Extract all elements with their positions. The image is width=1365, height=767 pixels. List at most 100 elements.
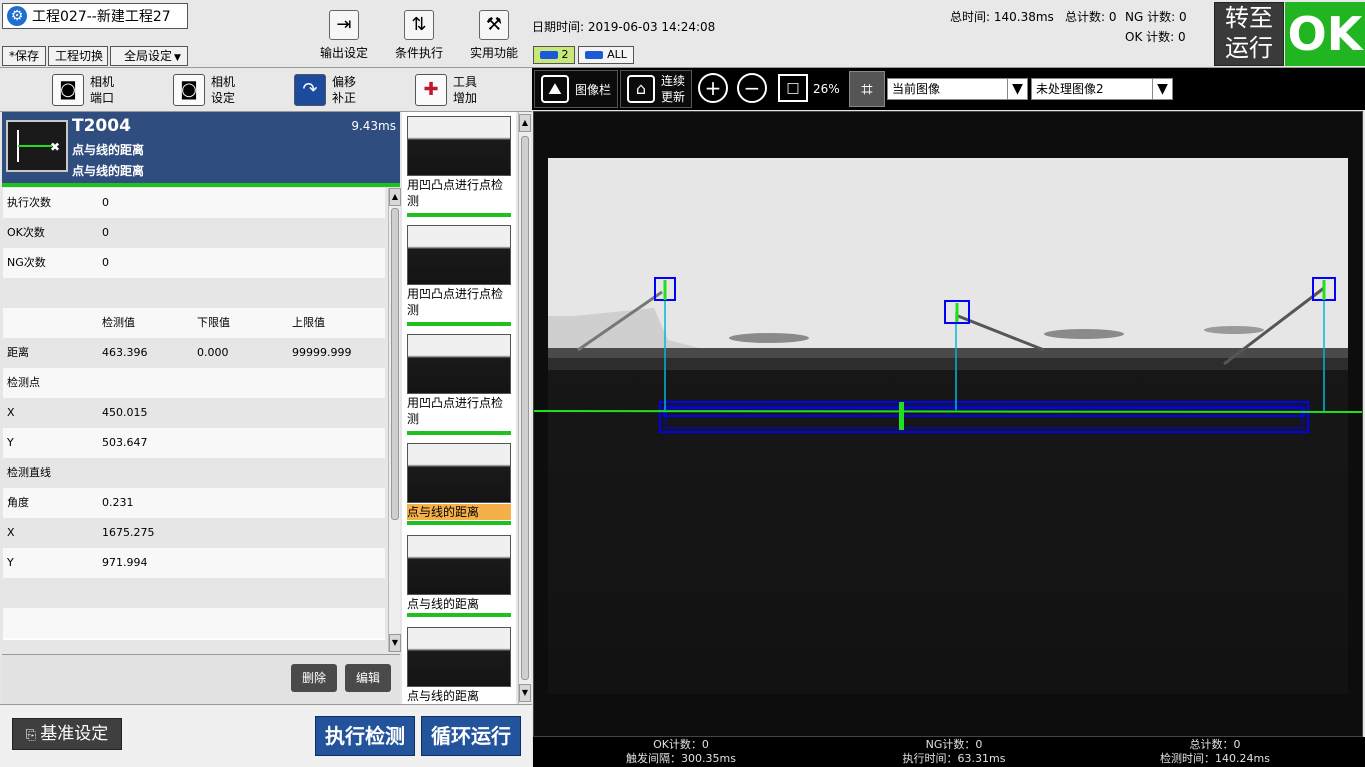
image-type-select[interactable]: 未处理图像2 ▼: [1031, 78, 1173, 100]
image-viewer[interactable]: [533, 111, 1363, 737]
tool-list-label: 点与线的距离: [407, 689, 480, 703]
run-button-line2: 运行: [1225, 34, 1273, 62]
table-cell: 上限值: [292, 316, 325, 329]
table-row: [3, 278, 385, 308]
table-cell: OK次数: [7, 226, 45, 239]
tool-list-item[interactable]: 点与线的距离: [405, 625, 513, 704]
scroll-thumb[interactable]: [521, 136, 529, 680]
table-row: 检测直线: [3, 458, 385, 488]
utility-button[interactable]: ⚒ 实用功能: [457, 8, 531, 64]
delete-button[interactable]: 删除: [291, 664, 337, 692]
reference-settings-button[interactable]: ⎘ 基准设定: [12, 718, 122, 750]
image-source-select[interactable]: 当前图像 ▼: [887, 78, 1028, 100]
image-gallery-button[interactable]: ⛰ 图像栏: [534, 70, 618, 108]
tool-subname: 点与线的距离: [72, 164, 145, 178]
inspection-image: [534, 112, 1362, 736]
tool-list-item[interactable]: 用凹凸点进行点检测: [405, 332, 513, 438]
table-cell: 距离: [7, 346, 29, 359]
offset-correction-button[interactable]: ↷ 偏移 补正: [294, 72, 356, 108]
chevron-down-icon: ▼: [174, 53, 181, 63]
parameter-scrollbar[interactable]: ▲ ▼: [388, 188, 401, 652]
project-switch-button[interactable]: 工程切换: [48, 46, 108, 66]
scroll-thumb[interactable]: [391, 208, 399, 520]
tool-list-item[interactable]: 点与线的距离: [405, 533, 513, 621]
table-row: 距离 463.396 0.000 99999.999: [3, 338, 385, 368]
execute-detection-button[interactable]: 执行检测: [315, 716, 415, 756]
status-footer: OK计数：0 触发间隔：300.35ms NG计数：0 执行时间：63.31ms…: [533, 737, 1365, 767]
table-row: NG次数 0: [3, 248, 385, 278]
scroll-down-icon[interactable]: ▼: [519, 684, 531, 702]
camera-port-button[interactable]: ◙ 相机 端口: [52, 72, 114, 108]
image-gallery-icon: ⛰: [541, 75, 569, 103]
go-to-run-button[interactable]: 转至 运行: [1214, 2, 1284, 66]
table-row: OK次数 0: [3, 218, 385, 248]
gear-icon[interactable]: ⚙: [7, 6, 27, 26]
table-cell: 463.396: [102, 346, 148, 359]
tool-list-item[interactable]: 点与线的距离: [405, 441, 513, 529]
zoom-out-icon[interactable]: −: [737, 73, 767, 103]
output-settings-icon: ⇥: [329, 10, 359, 40]
scroll-up-icon[interactable]: ▲: [389, 188, 401, 206]
project-title-box[interactable]: ⚙ 工程027--新建工程27: [2, 3, 188, 29]
continuous-update-button[interactable]: ⌂ 连续 更新: [620, 70, 692, 108]
table-cell: NG次数: [7, 256, 46, 269]
table-cell: 99999.999: [292, 346, 352, 359]
table-cell: Y: [7, 436, 14, 449]
camera-all-label: ALL: [607, 48, 627, 61]
camera-port-line2: 端口: [90, 91, 115, 105]
footer-exec-time: 执行时间：63.31ms: [902, 752, 1006, 765]
camera-tab-all[interactable]: ALL: [578, 46, 634, 64]
table-row: 执行次数 0: [3, 188, 385, 218]
tool-list-item[interactable]: 用凹凸点进行点检测: [405, 114, 513, 220]
camera-settings-icon: ◙: [173, 74, 205, 106]
project-title: 工程027--新建工程27: [32, 9, 171, 25]
footer-ng-count: NG计数：0: [925, 738, 983, 751]
add-tool-button[interactable]: ✚ 工具 增加: [415, 72, 477, 108]
save-button[interactable]: *保存: [2, 46, 46, 66]
param-action-bar: [2, 654, 400, 704]
table-row: [3, 578, 385, 608]
scroll-up-icon[interactable]: ▲: [519, 114, 531, 132]
fit-screen-icon[interactable]: □: [778, 74, 808, 102]
tool-list-item[interactable]: 用凹凸点进行点检测: [405, 223, 513, 329]
table-row: Y 503.647: [3, 428, 385, 458]
tool-thumbnail: [407, 627, 511, 687]
table-cell: 971.994: [102, 556, 148, 569]
parameter-table: 执行次数 0 OK次数 0 NG次数 0 检测值 下限值 上限值 距离 463.396 0.000 99…: [3, 188, 385, 640]
table-cell: Y: [7, 556, 14, 569]
camera-settings-button[interactable]: ◙ 相机 设定: [173, 72, 235, 108]
camera-icon: [585, 51, 604, 59]
scroll-down-icon[interactable]: ▼: [389, 634, 401, 652]
global-settings-button[interactable]: 全局设定 ▼: [110, 46, 188, 66]
table-row: X 450.015: [3, 398, 385, 428]
tool-status-bar: [407, 213, 511, 217]
tool-thumbnail: [407, 334, 511, 394]
output-settings-label: 输出设定: [319, 46, 368, 60]
table-row: 检测值 下限值 上限值: [3, 308, 385, 338]
camera-tab-label: 2: [561, 48, 569, 61]
conditional-exec-button[interactable]: ⇅ 条件执行: [382, 8, 456, 64]
camera-tab-2[interactable]: 2: [533, 46, 575, 64]
image-source-value: 当前图像: [892, 82, 941, 96]
tool-list-scrollbar[interactable]: ▲ ▼: [518, 112, 531, 704]
camera-icon: [539, 51, 558, 59]
footer-detect-time: 检测时间：140.24ms: [1160, 752, 1270, 765]
zoom-in-icon[interactable]: +: [698, 73, 728, 103]
output-settings-button[interactable]: ⇥ 输出设定: [307, 8, 381, 64]
table-cell: 下限值: [197, 316, 230, 329]
table-cell: 执行次数: [7, 196, 51, 209]
tool-thumbnail: [407, 116, 511, 176]
tool-status-bar: [407, 431, 511, 435]
footer-trigger-interval: 触发间隔：300.35ms: [626, 752, 736, 765]
add-tool-line1: 工具: [453, 75, 478, 89]
camera-settings-line1: 相机: [211, 75, 236, 89]
continuous-line2: 更新: [661, 90, 686, 104]
edit-button[interactable]: 编辑: [345, 664, 391, 692]
region-select-icon[interactable]: ⌗: [849, 71, 885, 107]
table-row: Y 971.994: [3, 548, 385, 578]
continuous-line1: 连续: [661, 74, 686, 88]
loop-run-button[interactable]: 循环运行: [421, 716, 521, 756]
conditional-exec-label: 条件执行: [394, 46, 443, 60]
global-settings-label: 全局设定: [124, 49, 173, 63]
tool-list-label: 用凹凸点进行点检测: [407, 287, 504, 317]
